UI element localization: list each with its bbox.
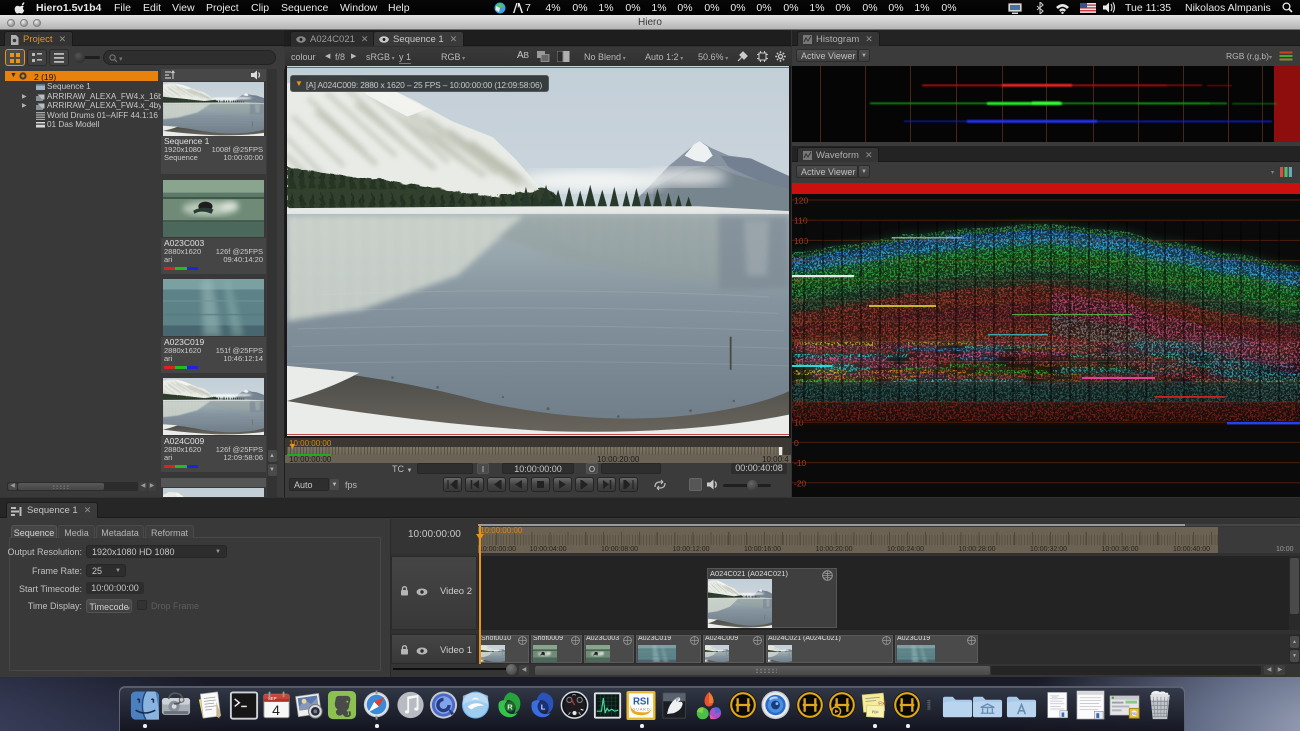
svg-text:4: 4 (272, 702, 280, 718)
svg-text:L: L (541, 703, 546, 712)
svg-text:110: 110 (794, 216, 808, 226)
svg-text:RSI: RSI (1131, 712, 1137, 716)
svg-text:RSI: RSI (633, 697, 649, 708)
svg-text:-10: -10 (794, 458, 807, 468)
svg-text:120: 120 (794, 196, 808, 206)
svg-text:R: R (507, 703, 513, 712)
svg-text:PDF: PDF (872, 711, 880, 715)
svg-text:G U A R D: G U A R D (633, 707, 650, 711)
svg-text:-20: -20 (794, 478, 807, 488)
svg-text:0: 0 (794, 438, 799, 448)
svg-text:100: 100 (794, 236, 808, 246)
